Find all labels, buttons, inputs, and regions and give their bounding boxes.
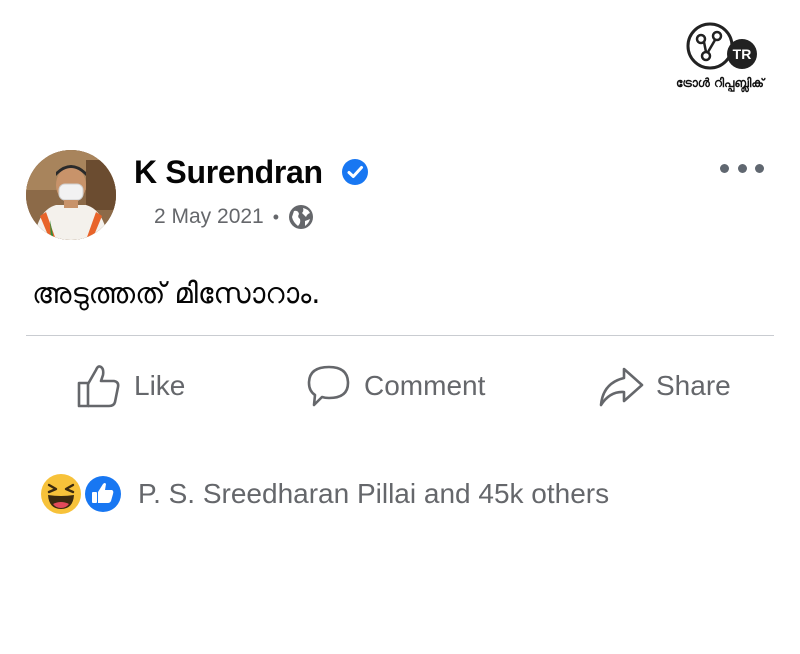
more-dot: [755, 163, 764, 173]
share-button[interactable]: Share: [596, 356, 731, 416]
watermark-caption: ട്രോൾ റിപ്പബ്ലിക്: [676, 76, 764, 90]
reaction-summary[interactable]: P. S. Sreedharan Pillai and 45k others: [138, 478, 609, 510]
post-text: അടുത്തത് മിസോറാം.: [32, 276, 321, 310]
more-options-button[interactable]: [720, 156, 764, 180]
comment-label: Comment: [364, 370, 486, 401]
troll-republic-logo-icon: TR: [686, 22, 757, 70]
post-meta: 2 May 2021 •: [154, 202, 314, 232]
post-header: K Surendran 2 May 2021 •: [26, 150, 776, 245]
comment-icon: [307, 365, 350, 407]
haha-icon: [41, 474, 81, 514]
globe-icon[interactable]: [288, 204, 314, 230]
like-reaction-icon: [83, 474, 123, 514]
avatar[interactable]: [26, 150, 116, 240]
reactions-row: P. S. Sreedharan Pillai and 45k others: [40, 470, 609, 518]
divider: [26, 335, 774, 336]
comment-button[interactable]: Comment: [304, 356, 485, 416]
like-button[interactable]: Like: [74, 356, 185, 416]
post-timestamp[interactable]: 2 May 2021: [154, 205, 264, 229]
watermark-logo-text: TR: [733, 46, 752, 62]
avatar-photo: [26, 150, 116, 240]
reaction-icons[interactable]: [40, 472, 130, 516]
like-label: Like: [134, 370, 186, 401]
more-dot: [737, 163, 747, 173]
share-arrow-icon: [599, 367, 644, 407]
thumbs-up-icon: [77, 365, 120, 408]
post-actions: Like Comment Share: [26, 356, 774, 416]
author-name[interactable]: K Surendran: [134, 154, 323, 191]
verified-badge-icon: [342, 159, 368, 185]
share-label: Share: [656, 370, 731, 401]
meta-separator: •: [272, 206, 280, 227]
more-dot: [720, 163, 729, 173]
troll-republic-watermark: TR ട്രോൾ റിപ്പബ്ലിക്: [672, 22, 768, 102]
